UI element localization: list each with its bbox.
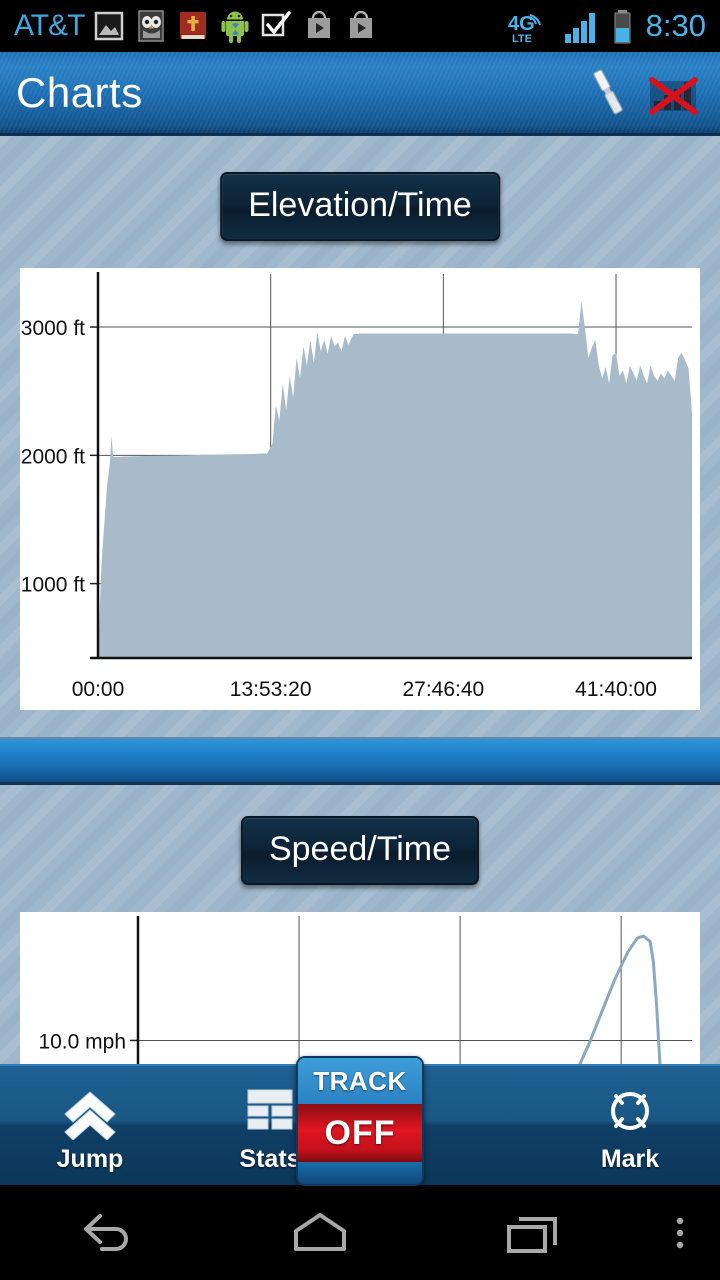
elevation-time-button[interactable]: Elevation/Time — [220, 172, 500, 241]
speed-time-button[interactable]: Speed/Time — [240, 816, 480, 885]
nav-recents-button[interactable] — [427, 1185, 640, 1280]
svg-text:1000 ft: 1000 ft — [21, 574, 85, 597]
checkbox-task-icon — [260, 8, 294, 44]
track-state-label: OFF — [298, 1104, 422, 1162]
toolbar-item-mark[interactable]: Mark — [540, 1066, 720, 1185]
toolbar-label-mark: Mark — [600, 1145, 660, 1173]
no-signal-icon[interactable] — [642, 63, 704, 123]
svg-text:10.0 mph: 10.0 mph — [38, 1030, 126, 1053]
toolbar-label-jump: Jump — [56, 1145, 124, 1173]
double-chevron-up-icon — [59, 1083, 121, 1141]
play-store-icon-2 — [344, 8, 378, 44]
toolbar-label-stats: Stats — [239, 1145, 301, 1173]
svg-text:00:00: 00:00 — [72, 678, 125, 701]
android-app-icon — [218, 8, 252, 44]
satellite-icon[interactable] — [580, 63, 636, 123]
table-grid-icon — [239, 1083, 301, 1141]
bible-app-icon — [176, 8, 210, 44]
app-title-bar: Charts — [0, 52, 720, 136]
charts-content: Elevation/Time 3000 ft 2000 ft 1000 ft 00:0… — [0, 136, 720, 1064]
status-right-group: 4G LTE 8:30 — [498, 8, 706, 45]
svg-text:4G: 4G — [508, 13, 535, 35]
track-label: TRACK — [298, 1058, 422, 1104]
elevation-chart-svg: 3000 ft 2000 ft 1000 ft 00:00 13:53:20 27:46:… — [21, 272, 692, 701]
android-nav-bar — [0, 1185, 720, 1280]
battery-icon — [610, 8, 636, 44]
svg-text:3000 ft: 3000 ft — [21, 317, 85, 340]
play-store-icon — [302, 8, 336, 44]
carrier-label: AT&T — [14, 9, 85, 42]
speed-chart[interactable]: 10.0 mph — [20, 912, 700, 1064]
speed-chart-svg: 10.0 mph — [38, 916, 692, 1064]
svg-text:2000 ft: 2000 ft — [21, 445, 85, 468]
nav-back-button[interactable] — [0, 1185, 213, 1280]
toolbar-item-jump[interactable]: Jump — [0, 1066, 180, 1185]
title-bar-actions — [580, 63, 704, 123]
signal-bars-icon — [562, 8, 602, 44]
status-bar: AT&T 4G LTE 8:30 — [0, 0, 720, 52]
track-button-base — [298, 1162, 422, 1184]
section-divider — [0, 737, 720, 785]
owl-app-icon — [134, 8, 168, 44]
track-toggle-button[interactable]: TRACK OFF — [296, 1056, 424, 1186]
nav-menu-button[interactable] — [640, 1185, 720, 1280]
target-circle-icon — [599, 1083, 661, 1141]
svg-text:41:40:00: 41:40:00 — [575, 678, 657, 701]
page-title: Charts — [16, 68, 143, 116]
svg-text:13:53:20: 13:53:20 — [230, 678, 312, 701]
svg-text:27:46:40: 27:46:40 — [402, 678, 484, 701]
svg-text:LTE: LTE — [512, 33, 532, 45]
network-4glte-icon: 4G LTE — [506, 8, 554, 45]
gallery-icon — [92, 8, 126, 44]
elevation-chart[interactable]: 3000 ft 2000 ft 1000 ft 00:00 13:53:20 27:46:… — [20, 268, 700, 710]
nav-home-button[interactable] — [213, 1185, 426, 1280]
clock-label: 8:30 — [645, 8, 706, 43]
